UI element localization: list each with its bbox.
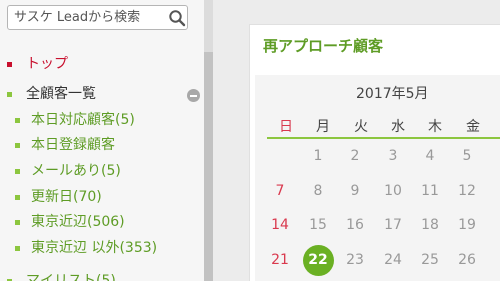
day-cell[interactable]: 23: [340, 249, 370, 271]
search-box[interactable]: [7, 5, 188, 30]
sidebar-item-label: トップ: [26, 56, 68, 72]
day-cell[interactable]: 11: [415, 180, 445, 202]
day-cell[interactable]: 3: [378, 145, 408, 167]
sidebar-item-label: 本日対応顧客(5): [31, 112, 135, 128]
sidebar-item-label: マイリスト(5): [26, 273, 116, 281]
weekday-tue: 火: [354, 119, 368, 135]
day-cell[interactable]: 15: [303, 214, 333, 236]
search-icon[interactable]: [168, 9, 186, 27]
sidebar: トップ 全顧客一覧 本日対応顧客(5) 本日登録顧客 メールあり(5) 更新日(…: [0, 0, 213, 281]
bullet-icon: [7, 62, 12, 67]
bullet-icon: [7, 92, 12, 97]
weekday-wed: 水: [391, 119, 405, 135]
day-cell[interactable]: 7: [265, 180, 295, 202]
collapse-minus-icon[interactable]: [187, 89, 200, 102]
sidebar-item-label: 全顧客一覧: [26, 86, 96, 102]
day-cell[interactable]: 24: [378, 249, 408, 271]
day-cell[interactable]: 19: [452, 214, 482, 236]
sidebar-item-label: メールあり(5): [31, 163, 121, 179]
day-cell[interactable]: 26: [452, 249, 482, 271]
sidebar-item-label: 東京近辺 以外(353): [31, 240, 158, 256]
bullet-icon: [15, 169, 20, 174]
day-cell[interactable]: 4: [415, 145, 445, 167]
sidebar-item-label: 更新日(70): [31, 189, 102, 205]
day-cell[interactable]: 8: [303, 180, 333, 202]
sidebar-item-label: 東京近辺(506): [31, 214, 125, 230]
bullet-icon: [15, 143, 20, 148]
day-cell[interactable]: 9: [340, 180, 370, 202]
sidebar-scrollbar[interactable]: [204, 0, 213, 281]
weekday-mon: 月: [316, 119, 330, 135]
weekday-fri: 金: [466, 119, 480, 135]
sidebar-item-label: 本日登録顧客: [31, 137, 115, 153]
calendar-header-rule: [267, 137, 500, 139]
day-cell[interactable]: 14: [265, 214, 295, 236]
day-cell[interactable]: 1: [303, 145, 333, 167]
weekday-sun: 日: [279, 119, 293, 135]
bullet-icon: [15, 195, 20, 200]
day-cell[interactable]: 12: [452, 180, 482, 202]
bullet-icon: [15, 220, 20, 225]
weekday-thu: 木: [428, 119, 442, 135]
day-cell[interactable]: 5: [452, 145, 482, 167]
day-cell[interactable]: 16: [340, 214, 370, 236]
scrollbar-thumb[interactable]: [204, 52, 213, 281]
day-cell[interactable]: 18: [415, 214, 445, 236]
day-cell[interactable]: 21: [265, 249, 295, 271]
panel-title: 再アプローチ顧客: [263, 37, 384, 55]
day-cell[interactable]: 10: [378, 180, 408, 202]
day-cell-today[interactable]: 22: [303, 249, 333, 271]
bullet-icon: [15, 118, 20, 123]
calendar-month-label: 2017年5月: [356, 86, 429, 102]
bullet-icon: [15, 246, 20, 251]
search-input[interactable]: [14, 8, 164, 27]
day-cell[interactable]: 25: [415, 249, 445, 271]
day-cell[interactable]: 2: [340, 145, 370, 167]
day-cell[interactable]: 17: [378, 214, 408, 236]
